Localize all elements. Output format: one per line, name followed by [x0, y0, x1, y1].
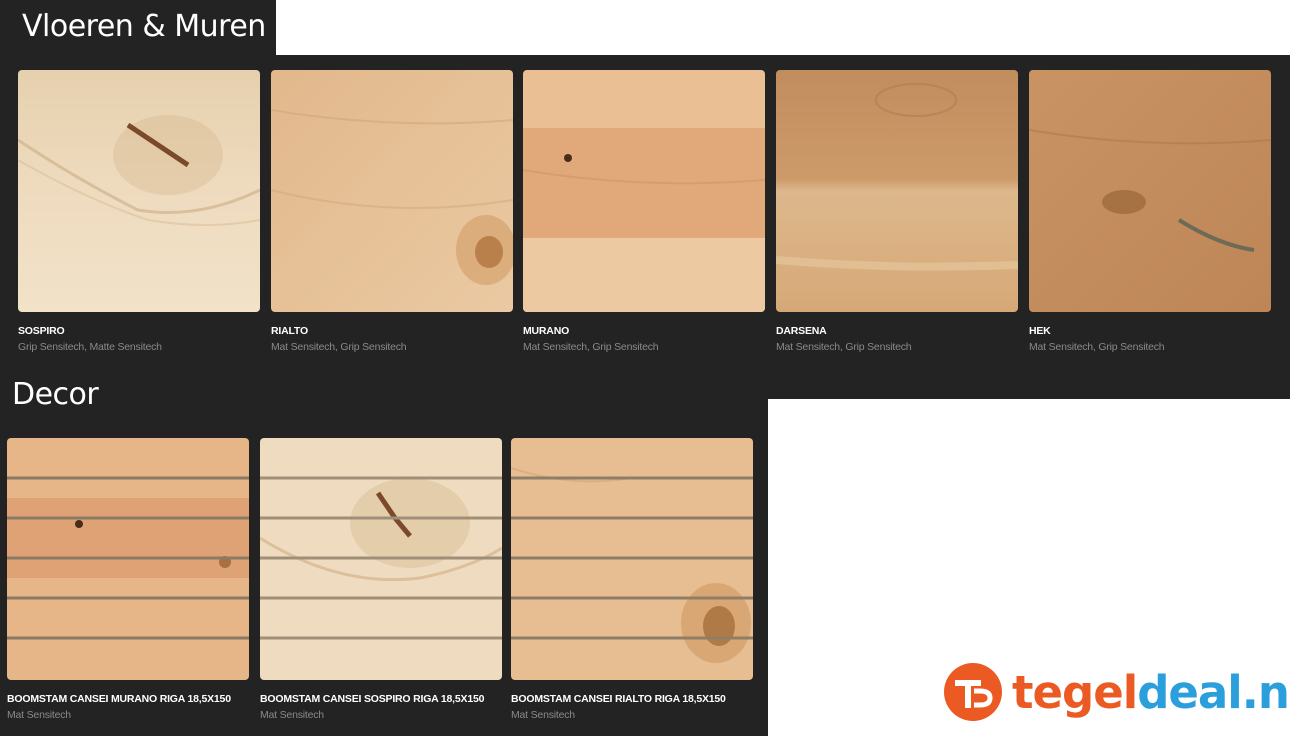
- product-finish: Mat Sensitech, Grip Sensitech: [523, 341, 659, 353]
- product-finish: Mat Sensitech, Grip Sensitech: [776, 341, 912, 353]
- product-finish: Mat Sensitech: [511, 709, 575, 721]
- product-card-rialto[interactable]: RIALTO Mat Sensitech, Grip Sensitech: [271, 70, 513, 353]
- tile-swatch-sospiro[interactable]: [18, 70, 260, 312]
- product-name[interactable]: BOOMSTAM CANSEI SOSPIRO RIGA 18,5X150: [260, 693, 502, 705]
- tegeldeal-logo[interactable]: tegeldeal.nl: [944, 662, 1290, 722]
- product-card-boomstam-rialto[interactable]: BOOMSTAM CANSEI RIALTO RIGA 18,5X150 Mat…: [511, 438, 753, 721]
- logo-text-tegel: tegel: [1012, 665, 1138, 719]
- tile-swatch-rialto[interactable]: [271, 70, 513, 312]
- section-title-floors-walls: Vloeren & Muren: [22, 9, 266, 44]
- product-name[interactable]: SOSPIRO: [18, 325, 260, 337]
- tile-swatch-hek[interactable]: [1029, 70, 1271, 312]
- tile-swatch-boomstam-murano[interactable]: [7, 438, 249, 680]
- product-card-darsena[interactable]: DARSENA Mat Sensitech, Grip Sensitech: [776, 70, 1018, 353]
- product-name[interactable]: HEK: [1029, 325, 1271, 337]
- product-finish: Mat Sensitech, Grip Sensitech: [271, 341, 407, 353]
- product-name[interactable]: MURANO: [523, 325, 765, 337]
- logo-text-deal: deal.nl: [1137, 665, 1290, 719]
- product-card-sospiro[interactable]: SOSPIRO Grip Sensitech, Matte Sensitech: [18, 70, 260, 353]
- product-finish: Mat Sensitech: [260, 709, 324, 721]
- product-card-boomstam-sospiro[interactable]: BOOMSTAM CANSEI SOSPIRO RIGA 18,5X150 Ma…: [260, 438, 502, 721]
- tile-swatch-boomstam-rialto[interactable]: [511, 438, 753, 680]
- product-name[interactable]: DARSENA: [776, 325, 1018, 337]
- product-finish: Mat Sensitech, Grip Sensitech: [1029, 341, 1165, 353]
- product-card-hek[interactable]: HEK Mat Sensitech, Grip Sensitech: [1029, 70, 1271, 353]
- tile-swatch-murano[interactable]: [523, 70, 765, 312]
- product-name[interactable]: RIALTO: [271, 325, 513, 337]
- product-name[interactable]: BOOMSTAM CANSEI MURANO RIGA 18,5X150: [7, 693, 249, 705]
- tegeldeal-logo-icon: [944, 663, 1002, 721]
- product-card-boomstam-murano[interactable]: BOOMSTAM CANSEI MURANO RIGA 18,5X150 Mat…: [7, 438, 249, 721]
- product-name[interactable]: BOOMSTAM CANSEI RIALTO RIGA 18,5X150: [511, 693, 753, 705]
- product-card-murano[interactable]: MURANO Mat Sensitech, Grip Sensitech: [523, 70, 765, 353]
- section-title-decor: Decor: [12, 377, 99, 412]
- product-finish: Mat Sensitech: [7, 709, 71, 721]
- tegeldeal-logo-text: tegeldeal.nl: [1012, 670, 1290, 715]
- tile-swatch-darsena[interactable]: [776, 70, 1018, 312]
- product-finish: Grip Sensitech, Matte Sensitech: [18, 341, 162, 353]
- tile-swatch-boomstam-sospiro[interactable]: [260, 438, 502, 680]
